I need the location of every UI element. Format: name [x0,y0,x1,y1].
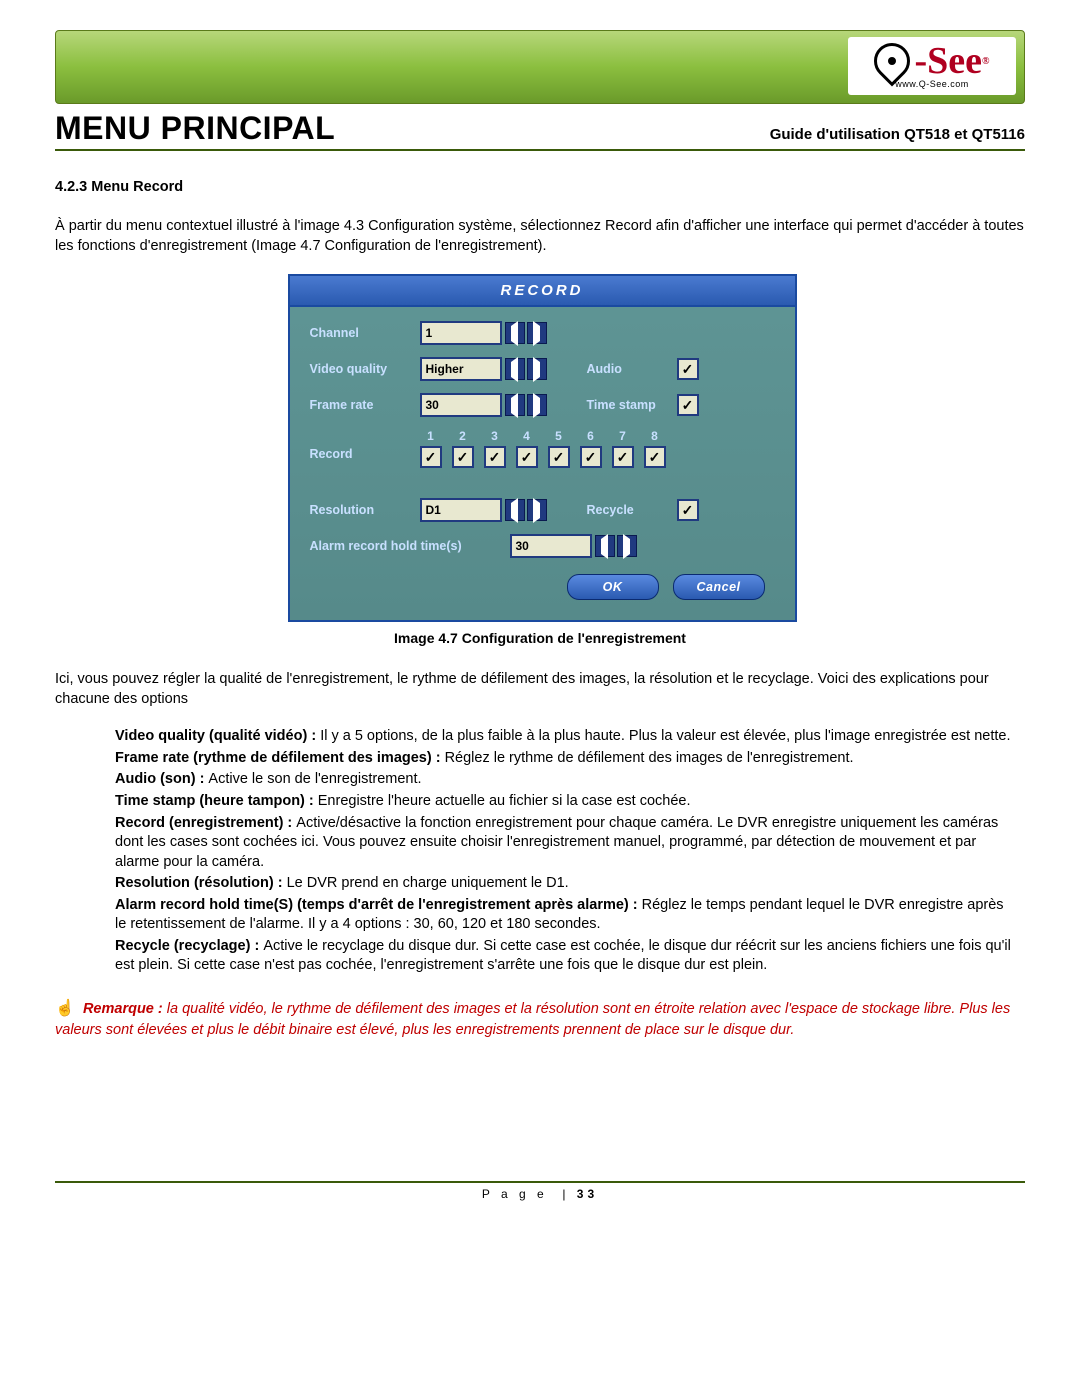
alarm-hold-spinner[interactable]: 30 [510,534,637,558]
record-channel-number: 6 [587,429,594,443]
def-fr-label: Frame rate (rythme de défilement des ima… [115,750,445,766]
note-text: la qualité vidéo, le rythme de défilemen… [55,1001,1010,1038]
record-channel-checkbox[interactable]: ✓ [516,446,538,468]
record-channel-number: 4 [523,429,530,443]
footer: P a g e | 33 [55,1181,1025,1201]
label-alarm-hold: Alarm record hold time(s) [310,539,510,553]
header-banner: -See® www.Q-See.com [55,30,1025,104]
def-res-label: Resolution (résolution) : [115,875,287,891]
alarm-hold-value[interactable]: 30 [510,534,592,558]
def-rec-label: Record (enregistrement) : [115,815,296,831]
record-channel-checkbox[interactable]: ✓ [484,446,506,468]
video-quality-next-button[interactable] [527,358,547,380]
record-channel-number: 3 [491,429,498,443]
hand-icon: ☝ [55,1000,75,1017]
alarm-hold-next-button[interactable] [617,535,637,557]
alarm-hold-prev-button[interactable] [595,535,615,557]
def-ts-text: Enregistre l'heure actuelle au fichier s… [318,793,691,809]
definitions: Video quality (qualité vidéo) : Il y a 5… [115,727,1015,976]
label-recycle: Recycle [587,503,677,517]
section-heading: 4.2.3 Menu Record [55,179,1025,195]
frame-rate-next-button[interactable] [527,394,547,416]
def-audio-text: Active le son de l'enregistrement. [208,771,421,787]
audio-checkbox[interactable]: ✓ [677,358,699,380]
label-record: Record [310,429,420,461]
def-alarm-label: Alarm record hold time(S) (temps d'arrêt… [115,897,642,913]
frame-rate-spinner[interactable]: 30 [420,393,547,417]
video-quality-prev-button[interactable] [505,358,525,380]
note: ☝ Remarque : la qualité vidéo, le rythme… [55,998,1025,1041]
page-subtitle: Guide d'utilisation QT518 et QT5116 [770,126,1025,143]
record-channel-checkbox[interactable]: ✓ [548,446,570,468]
record-channel-number: 2 [459,429,466,443]
channel-spinner[interactable]: 1 [420,321,547,345]
resolution-next-button[interactable] [527,499,547,521]
label-video-quality: Video quality [310,362,420,376]
page-title: MENU PRINCIPAL [55,110,335,147]
resolution-prev-button[interactable] [505,499,525,521]
def-fr-text: Réglez le rythme de défilement des image… [445,750,854,766]
def-res-text: Le DVR prend en charge uniquement le D1. [287,875,569,891]
record-channel-checkbox[interactable]: ✓ [420,446,442,468]
video-quality-value[interactable]: Higher [420,357,502,381]
logo: -See® www.Q-See.com [848,37,1016,95]
channel-value[interactable]: 1 [420,321,502,345]
timestamp-checkbox[interactable]: ✓ [677,394,699,416]
label-resolution: Resolution [310,503,420,517]
recycle-checkbox[interactable]: ✓ [677,499,699,521]
record-dialog: RECORD Channel 1 Video quality Higher [288,274,797,622]
footer-page-label: P a g e [482,1187,548,1201]
def-vq-label: Video quality (qualité vidéo) : [115,728,320,744]
record-channel-number: 7 [619,429,626,443]
label-channel: Channel [310,326,420,340]
record-channel-checkbox[interactable]: ✓ [612,446,634,468]
record-channel-number: 5 [555,429,562,443]
footer-page-number: 33 [577,1187,598,1201]
post-caption-paragraph: Ici, vous pouvez régler la qualité de l'… [55,670,1025,709]
record-channel-checkbox[interactable]: ✓ [644,446,666,468]
channel-next-button[interactable] [527,322,547,344]
resolution-value[interactable]: D1 [420,498,502,522]
record-channel-checkbox[interactable]: ✓ [580,446,602,468]
intro-paragraph: À partir du menu contextuel illustré à l… [55,217,1025,256]
record-channel-checkbox[interactable]: ✓ [452,446,474,468]
frame-rate-value[interactable]: 30 [420,393,502,417]
def-vq-text: Il y a 5 options, de la plus faible à la… [320,728,1010,744]
resolution-spinner[interactable]: D1 [420,498,547,522]
label-time-stamp: Time stamp [587,398,677,412]
video-quality-spinner[interactable]: Higher [420,357,547,381]
record-channels: 1 ✓ 2 ✓ 3 ✓ 4 ✓ 5 ✓ 6 ✓ 7 ✓ 8 ✓ [420,429,666,468]
logo-url: www.Q-See.com [895,79,969,89]
figure-caption: Image 4.7 Configuration de l'enregistrem… [55,630,1025,646]
def-recycle-label: Recycle (recyclage) : [115,938,263,954]
note-label: Remarque : [83,1001,163,1017]
def-ts-label: Time stamp (heure tampon) : [115,793,318,809]
record-channel-number: 8 [651,429,658,443]
cancel-button[interactable]: Cancel [673,574,765,600]
logo-brand: -See [914,44,982,78]
record-channel-number: 1 [427,429,434,443]
def-audio-label: Audio (son) : [115,771,208,787]
channel-prev-button[interactable] [505,322,525,344]
dialog-title: RECORD [290,276,795,307]
label-frame-rate: Frame rate [310,398,420,412]
frame-rate-prev-button[interactable] [505,394,525,416]
label-audio: Audio [587,362,677,376]
ok-button[interactable]: OK [567,574,659,600]
